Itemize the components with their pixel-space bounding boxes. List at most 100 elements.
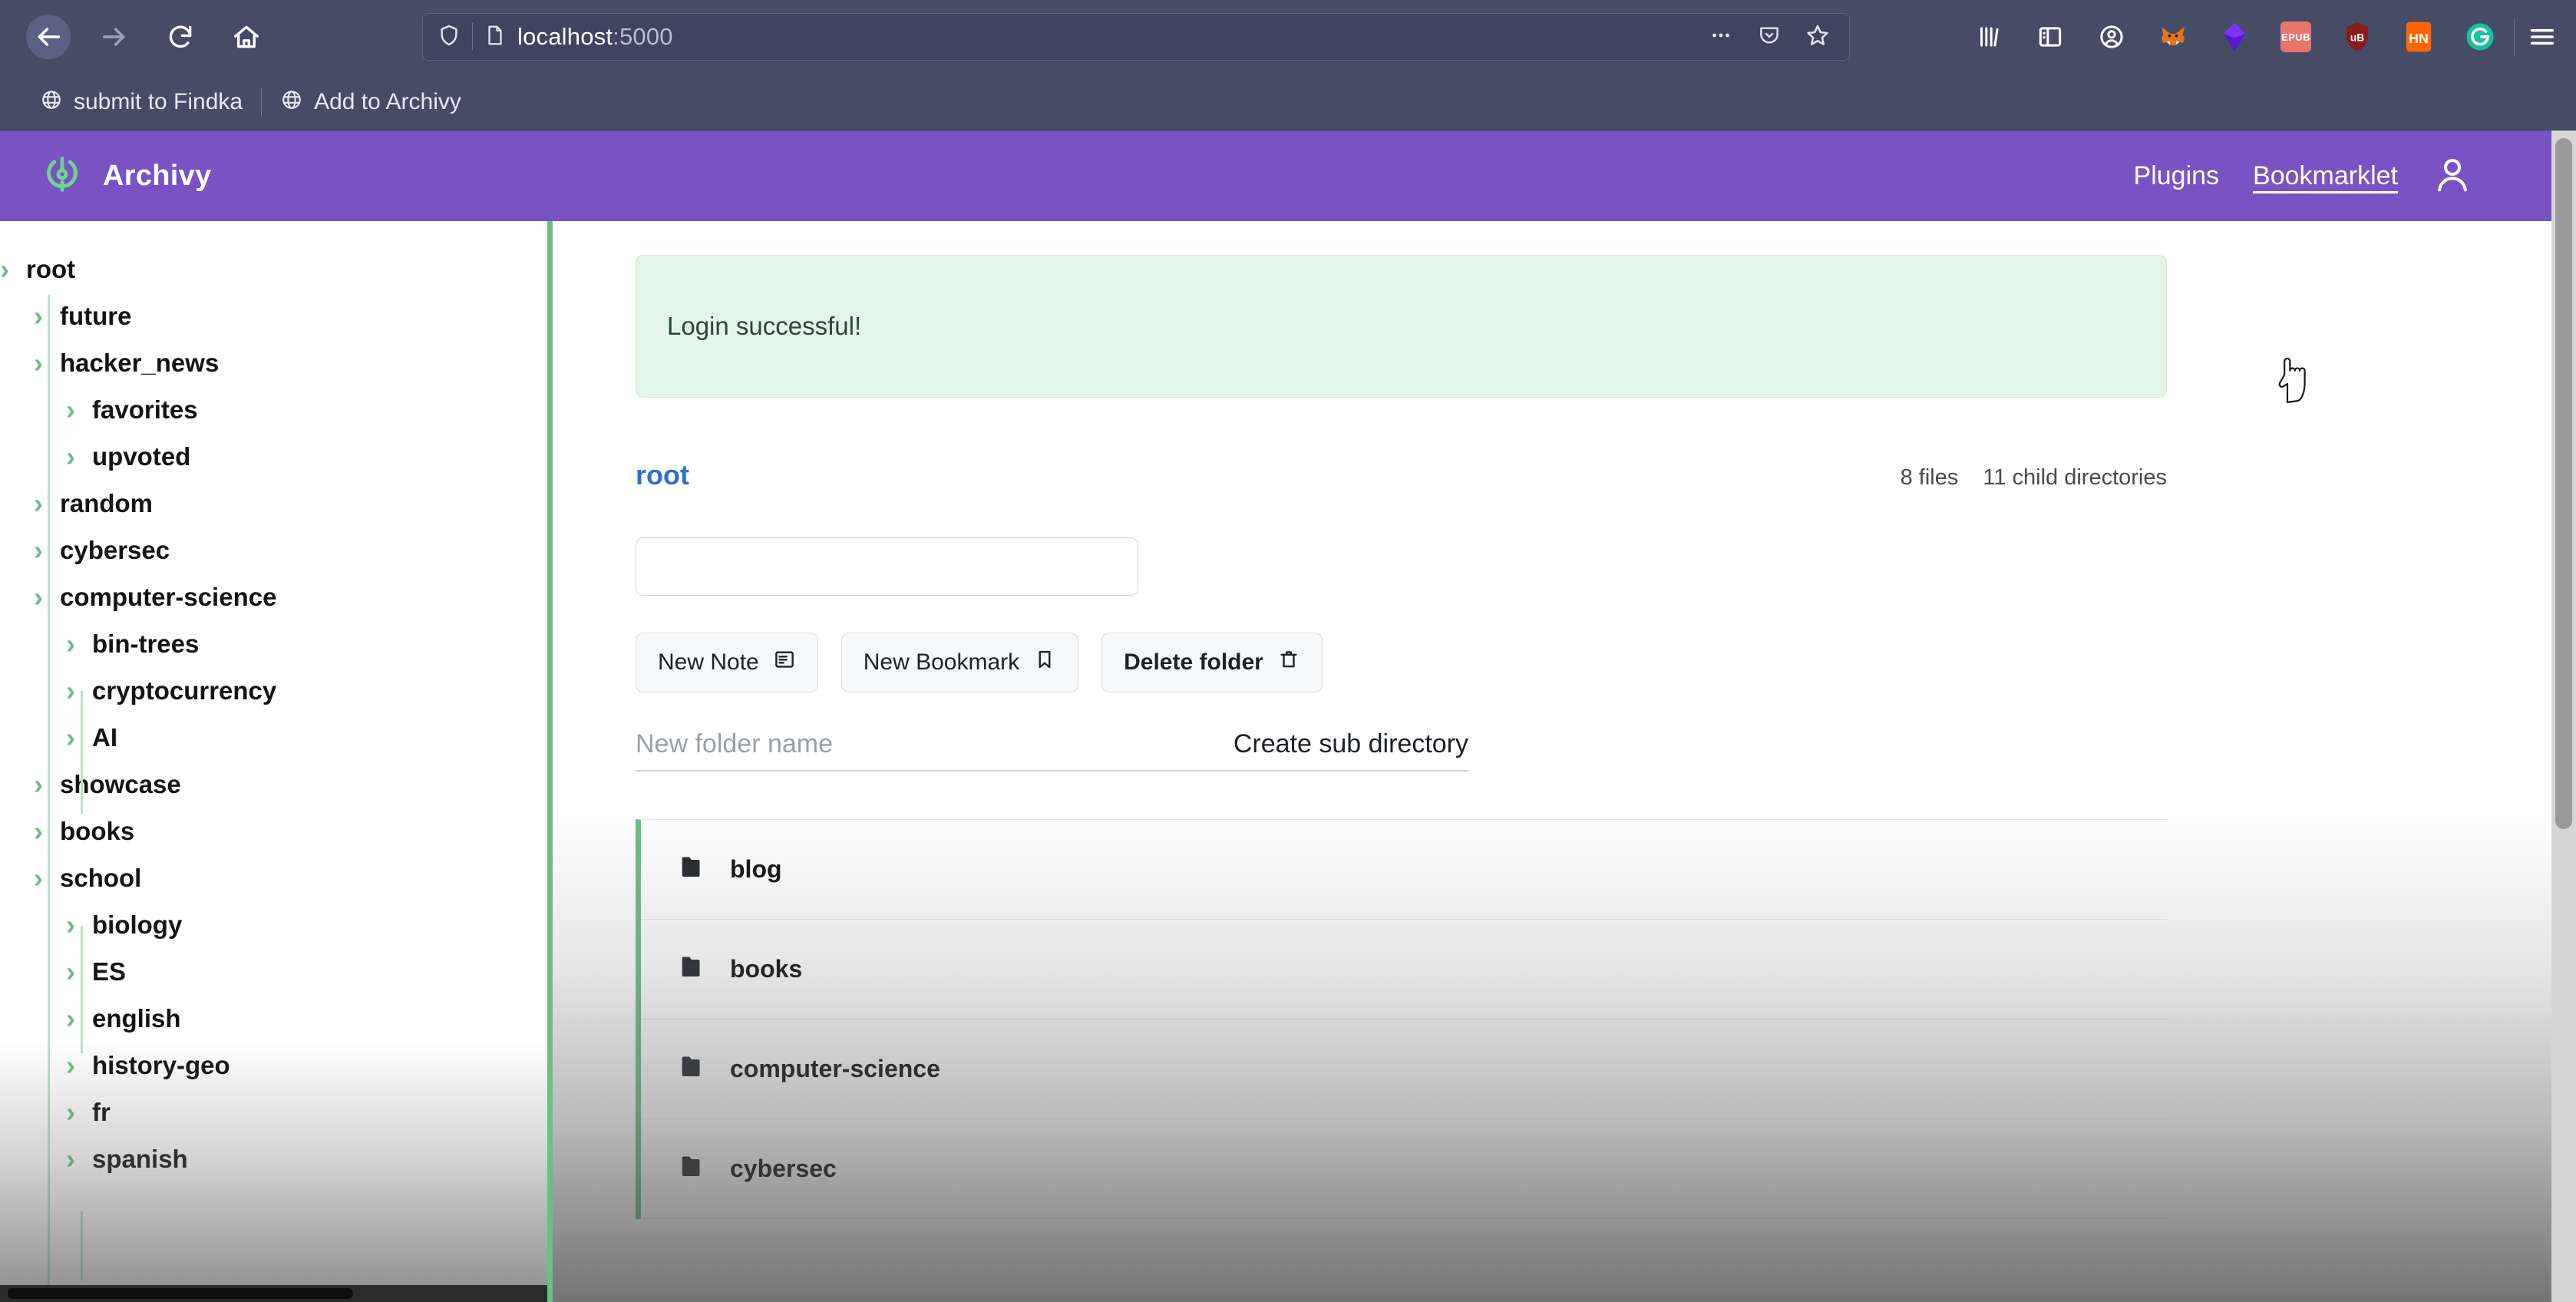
- tree-item-label: books: [60, 816, 135, 845]
- star-icon[interactable]: [1805, 22, 1831, 52]
- chevron-right-icon[interactable]: ›: [66, 910, 92, 939]
- chevron-right-icon[interactable]: ›: [66, 676, 92, 705]
- chevron-right-icon[interactable]: ›: [66, 1051, 92, 1079]
- new-bookmark-button[interactable]: New Bookmark: [841, 633, 1079, 692]
- folder-row[interactable]: blog: [641, 820, 2167, 920]
- chevron-right-icon[interactable]: ›: [0, 255, 26, 283]
- reload-icon: [166, 22, 195, 51]
- sidebar-horizontal-scrollbar[interactable]: [0, 1285, 547, 1302]
- action-buttons: New Note New Bookmark Delete folder: [636, 633, 2516, 692]
- account-icon[interactable]: [2095, 20, 2129, 54]
- chevron-right-icon[interactable]: ›: [34, 817, 60, 845]
- chevron-right-icon[interactable]: ›: [66, 1098, 92, 1126]
- page-info-icon[interactable]: [484, 24, 507, 51]
- tree-item-computer-science[interactable]: › computer-science: [0, 573, 547, 620]
- back-arrow-icon: [33, 21, 64, 52]
- home-icon: [232, 22, 261, 51]
- nav-link-bookmarklet[interactable]: Bookmarklet: [2253, 161, 2398, 191]
- page-vertical-scrollbar[interactable]: [2551, 131, 2576, 1302]
- search-input[interactable]: [636, 537, 1138, 596]
- new-bookmark-label: New Bookmark: [863, 649, 1020, 675]
- tree-item-label: random: [60, 488, 154, 517]
- ellipsis-icon[interactable]: [1708, 22, 1734, 52]
- chevron-right-icon[interactable]: ›: [66, 1004, 92, 1033]
- files-count: 8 files: [1900, 465, 1959, 490]
- chevron-right-icon[interactable]: ›: [34, 536, 60, 564]
- tree-item-cybersec[interactable]: › cybersec: [0, 527, 547, 573]
- sidebar-icon[interactable]: [2033, 20, 2067, 54]
- brand[interactable]: Archivy: [40, 152, 212, 200]
- grammarly-icon[interactable]: [2463, 20, 2497, 54]
- navigation-buttons: [17, 15, 269, 59]
- tree-guide-line: [81, 1211, 83, 1281]
- chevron-right-icon[interactable]: ›: [34, 349, 60, 377]
- nav-link-plugins[interactable]: Plugins: [2134, 161, 2220, 191]
- tree-item-upvoted[interactable]: › upvoted: [0, 433, 547, 480]
- trash-icon: [1277, 648, 1300, 677]
- tree-item-label: ES: [92, 957, 127, 986]
- library-icon[interactable]: [1972, 20, 2006, 54]
- home-button[interactable]: [224, 15, 269, 59]
- folder-row[interactable]: cybersec: [641, 1119, 2167, 1219]
- chevron-right-icon[interactable]: ›: [66, 395, 92, 424]
- chevron-right-icon[interactable]: ›: [66, 630, 92, 658]
- tree-item-spanish[interactable]: › spanish: [0, 1135, 547, 1182]
- directory-title-link[interactable]: root: [636, 459, 689, 491]
- tree-item-random[interactable]: › random: [0, 480, 547, 527]
- chevron-right-icon[interactable]: ›: [34, 583, 60, 611]
- hamburger-menu-icon[interactable]: [2525, 20, 2559, 54]
- new-note-label: New Note: [658, 649, 759, 675]
- bookmark-submit-to-findka[interactable]: submit to Findka: [26, 88, 256, 115]
- hacker-news-extension-icon[interactable]: HN: [2402, 20, 2436, 54]
- chevron-right-icon[interactable]: ›: [66, 957, 92, 986]
- tree-item-fr[interactable]: › fr: [0, 1089, 547, 1135]
- tracking-protection-shield-icon[interactable]: [437, 23, 461, 51]
- back-button[interactable]: [26, 15, 71, 59]
- metamask-fox-icon[interactable]: [2156, 20, 2190, 54]
- create-sub-directory-button[interactable]: Create sub directory: [1234, 729, 1468, 759]
- tree-item-favorites[interactable]: › favorites: [0, 386, 547, 433]
- chevron-right-icon[interactable]: ›: [34, 770, 60, 798]
- tree-item-books[interactable]: › books: [0, 808, 547, 854]
- pocket-icon[interactable]: [1757, 23, 1782, 51]
- bookmark-label: Add to Archivy: [314, 88, 461, 114]
- scrollbar-thumb[interactable]: [8, 1288, 353, 1299]
- user-account-icon[interactable]: [2432, 154, 2473, 199]
- url-divider: [472, 23, 473, 51]
- chevron-right-icon[interactable]: ›: [66, 442, 92, 471]
- delete-folder-button[interactable]: Delete folder: [1101, 633, 1323, 692]
- bookmarks-divider: [261, 87, 263, 117]
- tree-guide-line: [48, 295, 50, 1302]
- folder-name: cybersec: [730, 1155, 837, 1182]
- tree-item-root[interactable]: › root: [0, 246, 547, 292]
- chevron-right-icon[interactable]: ›: [66, 1145, 92, 1173]
- ublock-origin-icon[interactable]: uB: [2340, 20, 2374, 54]
- folder-icon: [681, 856, 707, 883]
- forward-button[interactable]: [92, 15, 137, 59]
- folder-row[interactable]: computer-science: [641, 1019, 2167, 1119]
- tree-item-school[interactable]: › school: [0, 854, 547, 901]
- folder-row[interactable]: books: [641, 920, 2167, 1019]
- bookmark-add-to-archivy[interactable]: Add to Archivy: [266, 88, 475, 115]
- diamond-extension-icon[interactable]: [2218, 20, 2251, 54]
- tree-item-label: root: [26, 254, 76, 283]
- epub-reader-icon[interactable]: EPUB: [2279, 20, 2313, 54]
- new-note-button[interactable]: New Note: [636, 633, 818, 692]
- delete-folder-label: Delete folder: [1124, 649, 1263, 675]
- chevron-right-icon[interactable]: ›: [34, 489, 60, 517]
- scrollbar-thumb[interactable]: [2555, 138, 2572, 829]
- folder-icon: [681, 1155, 707, 1182]
- chevron-right-icon[interactable]: ›: [66, 723, 92, 752]
- new-folder-name-input[interactable]: [636, 729, 1111, 759]
- chevron-right-icon[interactable]: ›: [34, 302, 60, 330]
- tree-item-future[interactable]: › future: [0, 292, 547, 339]
- url-bar[interactable]: localhost:5000: [422, 13, 1850, 61]
- tree-item-hacker-news[interactable]: › hacker_news: [0, 339, 547, 386]
- chevron-right-icon[interactable]: ›: [34, 864, 60, 892]
- tree-item-label: favorites: [92, 395, 198, 424]
- reload-button[interactable]: [158, 15, 203, 59]
- tree-item-bin-trees[interactable]: › bin-trees: [0, 620, 547, 667]
- tree-item-label: school: [60, 863, 142, 892]
- status-alert: Login successful!: [636, 255, 2167, 398]
- forward-arrow-icon: [99, 21, 130, 52]
